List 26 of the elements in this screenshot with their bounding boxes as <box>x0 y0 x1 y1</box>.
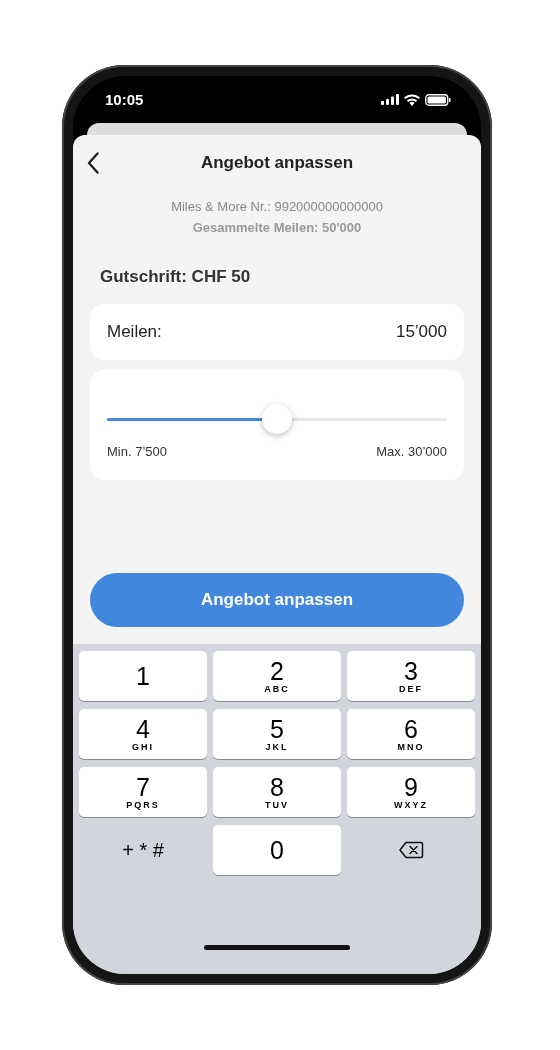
member-number: Miles & More Nr.: 992000000000000 <box>171 199 383 214</box>
screen-title: Angebot anpassen <box>200 153 354 173</box>
symbols-key[interactable]: + * # <box>79 825 207 875</box>
back-icon[interactable] <box>87 152 99 174</box>
slider-thumb[interactable] <box>262 404 292 434</box>
keypad-key[interactable]: 9 WXYZ <box>347 767 475 817</box>
keypad-key[interactable]: 5 JKL <box>213 709 341 759</box>
max-label: Max. 30’000 <box>376 444 447 459</box>
min-label: Min. 7’500 <box>107 444 167 459</box>
keypad-key[interactable]: 8 TUV <box>213 767 341 817</box>
signal-icon <box>381 94 399 105</box>
keypad-key[interactable]: 4 GHI <box>79 709 207 759</box>
collected-miles: Gesammelte Meilen: 50'000 <box>192 220 362 235</box>
keypad-key[interactable]: 3 DEF <box>347 651 475 701</box>
keypad-key[interactable]: 1 <box>79 651 207 701</box>
keypad-key[interactable]: 7 PQRS <box>79 767 207 817</box>
keypad-key[interactable]: 0 <box>213 825 341 875</box>
keypad-key[interactable]: 6 MNO <box>347 709 475 759</box>
battery-icon <box>425 93 451 106</box>
wifi-icon <box>404 93 420 106</box>
miles-field[interactable]: Meilen: 15’000 <box>90 304 464 360</box>
adjust-offer-button[interactable]: Angebot anpassen <box>90 573 464 627</box>
status-time: 10:05 <box>105 91 144 108</box>
backspace-icon <box>398 841 424 859</box>
credit-amount: Gutschrift: CHF 50 <box>100 267 252 287</box>
keypad-key[interactable]: 2 ABC <box>213 651 341 701</box>
